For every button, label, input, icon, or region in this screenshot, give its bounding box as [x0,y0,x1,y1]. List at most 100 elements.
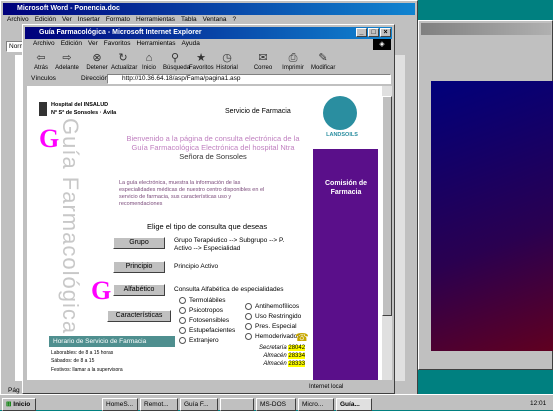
landsoils-disc [323,96,357,130]
scroll-thumb[interactable] [382,96,392,316]
radio-circle-icon[interactable] [179,326,186,334]
minimize-icon[interactable]: _ [356,28,367,37]
landsoils-text: LANDSOILS [326,132,358,138]
edit-icon: ✎ [318,52,328,64]
print-icon: ⎙ [288,52,298,64]
ie-title: Guía Farmacológica - Microsoft Internet … [39,29,202,36]
grupo-description: Grupo Terapéutico --> Subgrupo --> P. Ac… [174,237,285,252]
back-arrow-icon: ⇦ [36,52,46,64]
task-homes[interactable]: HomeS... [102,398,138,411]
ie-menu-ver[interactable]: Ver [88,40,98,47]
word-menu-herramientas[interactable]: Herramientas [136,16,175,23]
background-window-title[interactable] [421,23,551,35]
task-remot[interactable]: Remot... [140,398,178,411]
radio-hemoderivados[interactable]: Hemoderivados [245,332,301,342]
ie-menu-favoritos[interactable]: Favoritos [104,40,131,47]
history-button[interactable]: ◷ Historial [215,51,239,72]
radio-uso-restringido[interactable]: Uso Restringido [245,312,301,322]
word-title-bar[interactable]: Microsoft Word - Ponencia.doc [3,3,415,15]
commission-panel: Comisión de Farmacia [313,149,378,380]
word-menu-ver[interactable]: Ver [62,16,72,23]
hospital-line-1: Hospital del INSALUD [51,102,109,108]
ie-menu-ayuda[interactable]: Ayuda [182,40,200,47]
word-menu-archivo[interactable]: Archivo [7,16,29,23]
back-button[interactable]: ⇦ Atrás [29,51,53,72]
radio-antihemofilicos[interactable]: Antihemofílicos [245,302,301,312]
grupo-button[interactable]: Grupo [113,237,165,249]
history-icon: ◷ [222,52,232,64]
welcome-text: Bienvenido a la página de consulta elect… [115,134,311,161]
caracteristicas-button[interactable]: Características [107,310,171,322]
radio-circle-icon[interactable] [179,336,186,344]
mail-icon: ✉ [258,52,268,64]
ie-menu-bar: Archivo Edición Ver Favoritos Herramientas Ay… [33,39,206,49]
ie-title-bar[interactable]: Guía Farmacológica - Microsoft Internet … [25,27,392,39]
ie-menu-archivo[interactable]: Archivo [33,40,55,47]
radio-circle-icon[interactable] [179,316,186,324]
radio-circle-icon[interactable] [245,302,252,310]
radio-termolabiles[interactable]: Termolábiles [179,296,235,306]
hours-line-1: Laborables: de 8 a 15 horas [51,350,114,356]
address-input[interactable]: http://10.36.64.18/asp/Fama/pagina1.asp [107,74,391,84]
hours-line-2: Sábados: de 8 a 15 [51,358,95,364]
word-menu-ventana[interactable]: Ventana [203,16,227,23]
links-label[interactable]: Vínculos [31,73,56,85]
background-blue-panel [431,81,553,351]
hours-header: Horario de Servicio de Farmacia [49,336,175,347]
radio-circle-icon[interactable] [245,312,252,320]
status-zone: Internet local [309,384,344,390]
refresh-button[interactable]: ↻ Actualizar [111,51,137,72]
radio-extranjero[interactable]: Extranjero [179,336,235,346]
phone-row: Almacén 28333 [263,361,306,367]
stop-button[interactable]: ⊗ Detener [85,51,109,72]
ie-menu-herramientas[interactable]: Herramientas [137,40,176,47]
radio-group-right: Antihemofílicos Uso Restringido Pres. Es… [245,302,301,342]
radio-circle-icon[interactable] [179,306,186,314]
task-guia-1[interactable]: Guía F... [180,398,218,411]
home-button[interactable]: ⌂ Inicio [137,51,161,72]
radio-circle-icon[interactable] [245,322,252,330]
service-title: Servicio de Farmacia [225,108,291,115]
ie-menu-edicion[interactable]: Edición [61,40,82,47]
alfabetico-button[interactable]: Alfabético [113,284,165,296]
alfabetico-description: Consulta Alfabética de especialidades [174,286,284,293]
word-menu-tabla[interactable]: Tabla [181,16,197,23]
taskbar: ⊞ Inicio HomeS... Remot... Guía F... MS-… [0,394,553,411]
welcome-line-2: Guía Farmacológica Electrónica del hospi… [131,143,295,152]
word-menu-insertar[interactable]: Insertar [78,16,100,23]
phone-icon: ☎ [295,332,309,344]
maximize-icon[interactable]: □ [368,28,379,37]
task-micro[interactable]: Micro... [298,398,334,411]
print-button[interactable]: ⎙ Imprimir [281,51,305,72]
task-guia-2[interactable]: Guía... [336,398,372,411]
search-button[interactable]: ⚲ Búsqueda [163,51,190,72]
mail-button[interactable]: ✉ Correo [251,51,275,72]
close-icon[interactable]: × [380,28,391,37]
edit-button[interactable]: ✎ Modificar [311,51,335,72]
forward-button[interactable]: ⇨ Adelante [55,51,79,72]
task-blank[interactable] [220,398,254,411]
radio-fotosensibles[interactable]: Fotosensibles [179,316,235,326]
radio-pres-especial[interactable]: Pres. Especial [245,322,301,332]
word-menu-formato[interactable]: Formato [106,16,130,23]
word-title: Microsoft Word - Ponencia.doc [17,5,120,12]
vertical-brand-text: Guía Farmacológica [58,118,83,335]
radio-estupefacientes[interactable]: Estupefacientes [179,326,235,336]
word-status-page: Pág [8,387,20,394]
radio-psicotropos[interactable]: Psicotropos [179,306,235,316]
favorites-icon: ★ [196,52,206,64]
radio-circle-icon[interactable] [179,296,186,304]
radio-circle-icon[interactable] [245,332,252,340]
start-button[interactable]: ⊞ Inicio [2,398,36,411]
word-menu-help[interactable]: ? [232,16,236,23]
principio-description: Principio Activo [174,263,219,270]
word-vertical-scrollbar[interactable] [395,55,405,381]
brand-g-top: G [39,124,60,153]
word-menu-edicion[interactable]: Edición [35,16,56,23]
task-msdos[interactable]: MS-DOS [256,398,296,411]
choose-text: Elige el tipo de consulta que deseas [147,222,268,231]
principio-button[interactable]: Principio [113,261,165,273]
favorites-button[interactable]: ★ Favoritos [189,51,214,72]
brand-g-bottom: G [91,276,112,305]
ie-vertical-scrollbar[interactable] [382,86,392,380]
